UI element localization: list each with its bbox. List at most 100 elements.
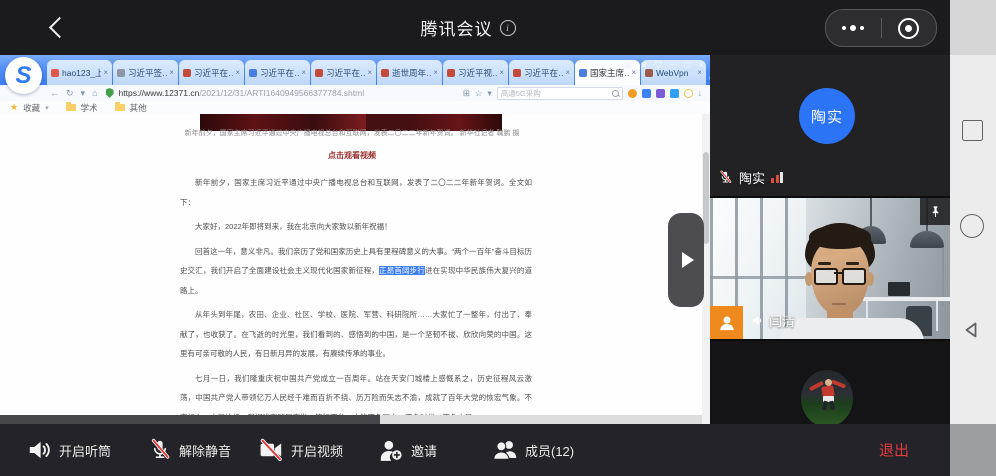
participant-name: 陶实 bbox=[739, 168, 765, 187]
favorites-button[interactable]: 收藏 bbox=[23, 102, 40, 114]
video-tile-taoshi[interactable]: 陶实 陶实 bbox=[710, 55, 950, 196]
tab-close-icon[interactable]: × bbox=[499, 68, 504, 77]
video-tile-football[interactable] bbox=[710, 341, 950, 424]
browser-tabs: hao123_上 × 习近平签… × 习近平在… × 习近平在… × bbox=[47, 60, 710, 85]
tab-close-icon[interactable]: × bbox=[169, 68, 174, 77]
nav-bar-bottom-shade bbox=[950, 424, 996, 476]
minimize-icon[interactable]: − bbox=[670, 60, 676, 72]
bookmark-folder-2[interactable]: 其他 bbox=[130, 102, 147, 114]
nav-refresh-icon[interactable]: ↻ bbox=[66, 88, 74, 99]
close-capsule-button[interactable] bbox=[882, 10, 937, 46]
watch-video-link[interactable]: 点击观看视频 bbox=[180, 150, 524, 161]
browser-tab[interactable]: 习近平在… × bbox=[245, 60, 310, 85]
extension-icon-orange[interactable] bbox=[628, 89, 637, 98]
presenter-person-icon bbox=[717, 313, 737, 333]
start-video-button[interactable]: 开启视频 bbox=[258, 437, 343, 463]
members-button[interactable]: 成员(12) bbox=[492, 437, 574, 463]
bookmark-folder-1[interactable]: 学术 bbox=[81, 102, 98, 114]
back-nav-icon[interactable] bbox=[962, 320, 982, 340]
extension-icon-purple[interactable] bbox=[656, 89, 665, 98]
browser-tab[interactable]: 习近平在… × bbox=[509, 60, 574, 85]
info-icon[interactable]: i bbox=[500, 20, 516, 36]
extension-icon-yellow[interactable] bbox=[684, 89, 693, 98]
bookmark-star-icon[interactable]: ★ bbox=[10, 102, 18, 113]
browser-tab[interactable]: 习近平在… × bbox=[311, 60, 376, 85]
filter-icon[interactable]: ▽ bbox=[655, 60, 663, 72]
menu-icon[interactable]: ≡ bbox=[641, 60, 647, 72]
search-input[interactable]: 高通5G采购 bbox=[497, 87, 623, 100]
glasses bbox=[814, 268, 838, 285]
pin-button[interactable] bbox=[920, 198, 950, 225]
screen-share-view[interactable]: hao123_上 × 习近平签… × 习近平在… × 习近平在… × bbox=[0, 55, 710, 424]
browser-tab-strip: hao123_上 × 习近平签… × 习近平在… × 习近平在… × bbox=[0, 55, 710, 85]
tab-favicon bbox=[513, 69, 521, 77]
close-window-icon[interactable]: × bbox=[698, 60, 704, 72]
video-tile-yanqing[interactable]: 闫清 bbox=[710, 198, 950, 339]
video-panel-expand-handle[interactable] bbox=[668, 213, 704, 307]
tab-favicon bbox=[579, 69, 587, 77]
browser-tab[interactable]: 习近平签… × bbox=[113, 60, 178, 85]
window-controls: ▣ ≡ ▽ − □ × bbox=[623, 60, 704, 72]
android-nav-bar bbox=[950, 0, 996, 476]
paragraph: 大家好，2022年即将到来，我在北京向大家致以新年祝福！ bbox=[180, 217, 532, 237]
desktop-taskbar-sliver-light bbox=[380, 415, 702, 424]
tab-favicon bbox=[51, 69, 59, 77]
person-shirt bbox=[780, 318, 924, 339]
security-shield-icon bbox=[106, 88, 114, 98]
invite-person-icon bbox=[378, 437, 404, 463]
tab-close-icon[interactable]: × bbox=[433, 68, 438, 77]
nav-back-icon[interactable]: ← bbox=[50, 88, 59, 98]
caret-icon[interactable]: ▾ bbox=[487, 88, 491, 99]
favorite-star-icon[interactable]: ☆ bbox=[475, 88, 483, 99]
maximize-icon[interactable]: □ bbox=[684, 60, 690, 72]
tab-favicon bbox=[249, 69, 257, 77]
tab-close-icon[interactable]: × bbox=[103, 68, 108, 77]
arrow-right-icon bbox=[682, 252, 694, 268]
unmute-button[interactable]: 解除静音 bbox=[148, 438, 231, 462]
network-signal-icon bbox=[771, 172, 783, 183]
nav-dropdown-icon[interactable]: ▾ bbox=[81, 88, 86, 99]
browser-tab[interactable]: 逝世周年… × bbox=[377, 60, 442, 85]
favorites-caret-icon[interactable]: ▾ bbox=[45, 104, 49, 112]
more-options-button[interactable] bbox=[826, 10, 881, 46]
folder-icon bbox=[115, 104, 125, 111]
home-icon[interactable] bbox=[960, 214, 984, 238]
mic-muted-icon bbox=[148, 438, 172, 462]
bookmarks-bar: ★ 收藏 ▾ 学术 其他 bbox=[0, 101, 710, 115]
speaker-toggle-button[interactable]: 开启听筒 bbox=[26, 437, 111, 463]
url-field[interactable]: https://www.12371.cn/2021/12/31/ARTI1640… bbox=[119, 88, 365, 98]
speaker-icon bbox=[26, 437, 52, 463]
sogou-logo[interactable]: S bbox=[5, 57, 42, 94]
exit-button[interactable]: 退出 bbox=[879, 440, 909, 461]
webcam-video bbox=[710, 198, 950, 339]
meeting-toolbar: 开启听筒 解除静音 开启视频 邀请 成员(12) 退出 bbox=[0, 424, 996, 476]
recent-apps-icon[interactable] bbox=[962, 120, 983, 141]
tab-favicon bbox=[447, 69, 455, 77]
panel-icon[interactable]: ▣ bbox=[623, 60, 632, 72]
mic-muted-icon bbox=[718, 170, 733, 185]
avatar: 陶实 bbox=[799, 88, 855, 144]
pin-icon bbox=[929, 205, 942, 218]
navbar-tools: ⊞ ☆ ▾ 高通5G采购 ↓ bbox=[463, 87, 702, 100]
tab-close-icon[interactable]: × bbox=[301, 68, 306, 77]
article-page: 新年前夕，国家主席习近平通过中央广播电视总台和互联网，发表二〇二二年新年贺词。 … bbox=[0, 114, 710, 424]
extension-icon-lightblue[interactable] bbox=[670, 89, 679, 98]
invite-button[interactable]: 邀请 bbox=[378, 437, 437, 463]
grid-icon[interactable]: ⊞ bbox=[463, 88, 470, 99]
camera-muted-icon bbox=[258, 437, 284, 463]
extension-icon-blue[interactable] bbox=[642, 89, 651, 98]
meeting-app: 腾讯会议 i hao123_上 × 习近平签… × bbox=[0, 0, 996, 476]
nav-home-icon[interactable]: ⌂ bbox=[92, 88, 97, 98]
tab-close-icon[interactable]: × bbox=[367, 68, 372, 77]
paragraph: 新年前夕，国家主席习近平通过中央广播电视总台和互联网，发表了二〇二二年新年贺词。… bbox=[180, 173, 532, 212]
browser-tab[interactable]: hao123_上 × bbox=[47, 60, 112, 85]
tab-close-icon[interactable]: × bbox=[235, 68, 240, 77]
nav-bar-top-shade bbox=[950, 0, 996, 55]
tab-close-icon[interactable]: × bbox=[565, 68, 570, 77]
photo-caption: 新年前夕，国家主席习近平通过中央广播电视总台和互联网，发表二〇二二年新年贺词。 … bbox=[180, 128, 524, 140]
tile-footer: 闫清 bbox=[751, 311, 795, 330]
browser-tab[interactable]: 习近平视… × bbox=[443, 60, 508, 85]
browser-tab[interactable]: 习近平在… × bbox=[179, 60, 244, 85]
download-icon[interactable]: ↓ bbox=[698, 88, 702, 98]
browser-navbar: ← ↻ ▾ ⌂ https://www.12371.cn/2021/12/31/… bbox=[0, 85, 710, 101]
